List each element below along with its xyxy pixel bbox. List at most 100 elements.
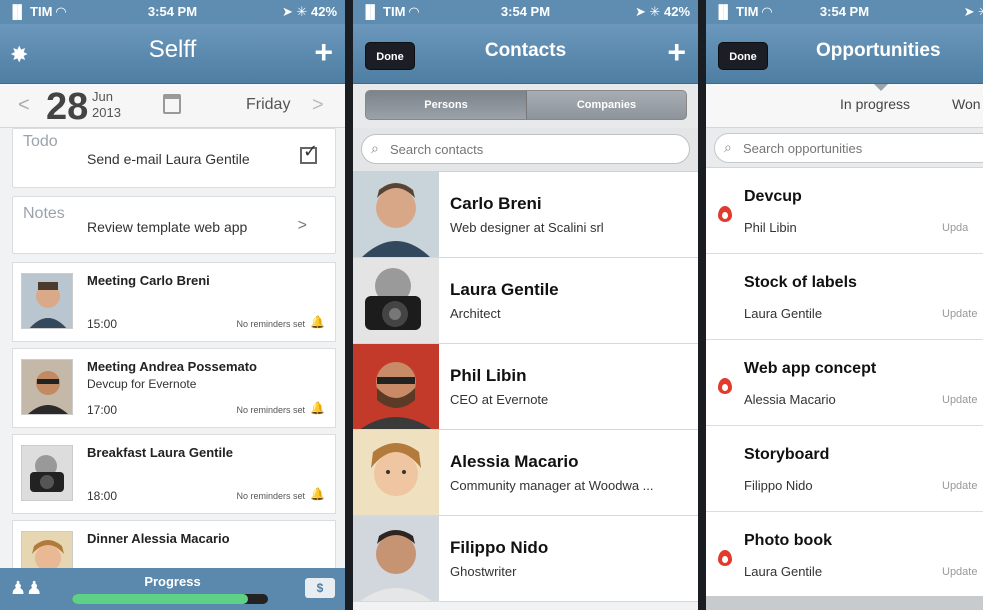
progress-fill <box>72 594 249 604</box>
todo-label: Todo <box>23 133 58 150</box>
avatar <box>353 344 439 429</box>
hot-flame-icon <box>718 378 732 394</box>
event-time: 18:00 <box>87 489 118 503</box>
chevron-right-icon: > <box>297 217 307 234</box>
event-reminder: No reminders set <box>236 491 305 501</box>
avatar <box>21 273 73 329</box>
selff-screen: ▐▌ TIM ◠ 3:54 PM ➤ ✳ 42% ✸ Selff + < 28 … <box>0 0 345 610</box>
avatar <box>353 430 439 515</box>
opportunity-title: Devcup <box>744 188 802 205</box>
opportunity-title: Photo book <box>744 532 832 549</box>
segmented-control: Persons Companies <box>365 90 687 120</box>
segment-bar: Persons Companies <box>353 84 698 128</box>
search-icon: ⌕ <box>724 139 732 155</box>
add-button[interactable]: + <box>314 34 333 71</box>
avatar <box>353 258 439 343</box>
bell-icon: 🔔 <box>310 401 325 415</box>
opportunity-owner: Phil Libin <box>744 220 797 235</box>
contact-role: Community manager at Woodwa ... <box>450 478 654 493</box>
event-item[interactable]: Meeting Andrea Possemato Devcup for Ever… <box>12 348 336 428</box>
contacts-screen: ▐▌ TIM ◠ 3:54 PM ➤ ✳ 42% Done Contacts +… <box>353 0 698 610</box>
opportunity-updated: Update <box>942 566 978 578</box>
contact-name: Filippo Nido <box>450 538 549 557</box>
opportunity-updated: Upda <box>942 222 969 234</box>
contact-name: Laura Gentile <box>450 280 559 299</box>
contact-name: Phil Libin <box>450 366 527 385</box>
opportunity-row[interactable]: Storyboard Filippo Nido Update <box>706 426 983 512</box>
progress-bar-footer: ♟♟ Progress $ <box>0 568 345 610</box>
hot-flame-icon <box>718 206 732 222</box>
opportunity-row[interactable]: Stock of labels Laura Gentile Update <box>706 254 983 340</box>
contact-role: Web designer at Scalini srl <box>450 220 604 235</box>
filter-won[interactable]: Won <box>952 96 981 112</box>
date-day: 28 <box>46 86 89 128</box>
filter-bar: In progress Won <box>706 84 983 128</box>
filter-in-progress[interactable]: In progress <box>840 96 910 112</box>
app-screenshots: ▐▌ TIM ◠ 3:54 PM ➤ ✳ 42% ✸ Selff + < 28 … <box>0 0 983 610</box>
contact-row[interactable]: Filippo Nido Ghostwriter <box>353 516 698 602</box>
contact-name: Carlo Breni <box>450 194 542 213</box>
todo-text: Send e-mail Laura Gentile <box>87 151 250 167</box>
todo-card[interactable]: Todo Send e-mail Laura Gentile <box>12 128 336 188</box>
status-bar: ▐▌ TIM ◠ 3:54 PM ➤ ✳ <box>706 0 983 24</box>
segment-companies[interactable]: Companies <box>526 91 686 119</box>
contact-row[interactable]: Laura Gentile Architect <box>353 258 698 344</box>
footer-strip <box>706 596 983 610</box>
contact-row[interactable]: Phil Libin CEO at Evernote <box>353 344 698 430</box>
battery-indicator: ➤ ✳ 42% <box>281 4 337 19</box>
event-item[interactable]: Meeting Carlo Breni 15:00 No reminders s… <box>12 262 336 342</box>
battery-indicator: ➤ ✳ <box>963 4 983 19</box>
progress-track <box>72 594 268 604</box>
event-title: Breakfast Laura Gentile <box>87 445 233 460</box>
status-bar: ▐▌ TIM ◠ 3:54 PM ➤ ✳ 42% <box>0 0 345 24</box>
done-button[interactable]: Done <box>718 42 768 70</box>
contact-row[interactable]: Carlo Breni Web designer at Scalini srl <box>353 172 698 258</box>
event-reminder: No reminders set <box>236 319 305 329</box>
event-subtitle: Devcup for Evernote <box>87 377 197 391</box>
event-reminder: No reminders set <box>236 405 305 415</box>
avatar <box>353 516 439 601</box>
event-title: Meeting Carlo Breni <box>87 273 210 288</box>
calendar-icon[interactable] <box>163 94 181 114</box>
page-title: Selff <box>148 36 197 63</box>
notes-label: Notes <box>23 205 65 222</box>
nav-bar: Done Contacts + <box>353 24 698 84</box>
event-time: 15:00 <box>87 317 118 331</box>
opportunity-owner: Alessia Macario <box>744 392 836 407</box>
contact-role: Ghostwriter <box>450 564 517 579</box>
opportunity-row[interactable]: Photo book Laura Gentile Update <box>706 512 983 598</box>
opportunity-row[interactable]: Web app concept Alessia Macario Update <box>706 340 983 426</box>
avatar <box>21 445 73 501</box>
add-contact-button[interactable]: + <box>667 34 686 71</box>
opportunity-owner: Filippo Nido <box>744 478 813 493</box>
date-year: 2013 <box>92 105 121 120</box>
date-weekday: Friday <box>246 96 291 113</box>
nav-bar: Done Opportunities <box>706 24 983 84</box>
contact-role: CEO at Evernote <box>450 392 549 407</box>
dollar-button[interactable]: $ <box>305 578 335 598</box>
hot-flame-icon <box>718 550 732 566</box>
search-input[interactable] <box>361 134 690 164</box>
opportunity-title: Web app concept <box>744 360 877 377</box>
notes-card[interactable]: Notes Review template web app > <box>12 196 336 254</box>
event-item[interactable]: Breakfast Laura Gentile 18:00 No reminde… <box>12 434 336 514</box>
todo-checkbox[interactable] <box>300 141 318 164</box>
event-time: 17:00 <box>87 403 118 417</box>
avatar <box>21 359 73 415</box>
search-input[interactable] <box>714 133 983 163</box>
nav-bar: ✸ Selff + <box>0 24 345 84</box>
contact-row[interactable]: Alessia Macario Community manager at Woo… <box>353 430 698 516</box>
chevron-left-icon[interactable]: < <box>18 94 30 117</box>
opportunity-updated: Update <box>942 308 978 320</box>
opportunity-owner: Laura Gentile <box>744 306 823 321</box>
status-bar: ▐▌ TIM ◠ 3:54 PM ➤ ✳ 42% <box>353 0 698 24</box>
opportunity-updated: Update <box>942 394 978 406</box>
opportunity-title: Stock of labels <box>744 274 857 291</box>
bell-icon: 🔔 <box>310 315 325 329</box>
opportunity-row[interactable]: Devcup Phil Libin Upda <box>706 168 983 254</box>
chevron-right-icon[interactable]: > <box>312 94 324 117</box>
notes-text: Review template web app <box>87 219 248 235</box>
contact-name: Alessia Macario <box>450 452 579 471</box>
segment-persons[interactable]: Persons <box>366 91 526 119</box>
bell-icon: 🔔 <box>310 487 325 501</box>
